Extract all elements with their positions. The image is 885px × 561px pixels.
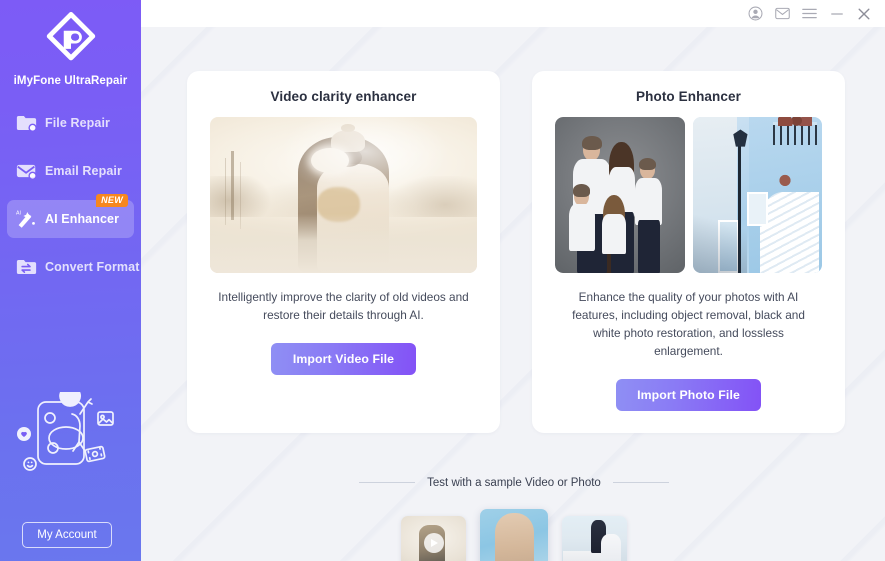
imyfone-diamond-logo-icon bbox=[46, 11, 95, 61]
card-video-clarity-enhancer: Video clarity enhancer Intelligently imp… bbox=[187, 71, 500, 433]
hamburger-menu-icon bbox=[802, 8, 817, 19]
flower-boxes bbox=[777, 117, 812, 127]
son-hair bbox=[639, 157, 656, 171]
white-stairs bbox=[759, 191, 820, 273]
new-badge: NEW bbox=[96, 194, 128, 207]
folder-repair-icon bbox=[15, 113, 37, 133]
sidebar-item-email-repair[interactable]: Email Repair bbox=[7, 152, 134, 190]
sample-thumb-wedding[interactable] bbox=[562, 515, 627, 561]
child-shirt bbox=[569, 204, 596, 252]
girl-top bbox=[601, 213, 627, 255]
minimize-icon bbox=[830, 12, 843, 15]
import-photo-file-button[interactable]: Import Photo File bbox=[616, 378, 761, 411]
card-title: Video clarity enhancer bbox=[270, 89, 417, 104]
play-icon bbox=[423, 532, 444, 553]
mail-icon-button[interactable] bbox=[769, 0, 796, 27]
application-window: iMyFone UltraRepair File Repair Email Re… bbox=[0, 0, 885, 561]
sample-heading: Test with a sample Video or Photo bbox=[359, 477, 669, 489]
street-scene-art bbox=[692, 117, 822, 273]
ground-shadow bbox=[692, 202, 747, 273]
person-with-device-illustration-icon bbox=[17, 392, 114, 471]
titlebar bbox=[141, 0, 885, 27]
my-account-button[interactable]: My Account bbox=[22, 522, 112, 548]
brand: iMyFone UltraRepair bbox=[0, 0, 141, 87]
hanging-plant bbox=[779, 170, 791, 189]
import-video-file-button[interactable]: Import Video File bbox=[271, 342, 416, 375]
sidebar-nav: File Repair Email Repair AI AI Enhancer … bbox=[0, 104, 141, 286]
sample-section: Test with a sample Video or Photo bbox=[141, 477, 885, 561]
family-portrait-art bbox=[555, 117, 685, 273]
sidebar-item-label: File Repair bbox=[45, 116, 111, 130]
card-description: Enhance the quality of your photos with … bbox=[572, 290, 805, 358]
convert-format-icon bbox=[15, 257, 37, 277]
envelope-icon bbox=[775, 7, 790, 20]
sample-thumb-video-snow[interactable] bbox=[401, 515, 466, 561]
son-shirt bbox=[635, 177, 663, 225]
wedding-sample-art bbox=[562, 515, 627, 561]
card-photo-enhancer: Photo Enhancer Enhance the quality of yo… bbox=[532, 71, 845, 433]
shop-window bbox=[746, 191, 768, 227]
sidebar-item-label: Email Repair bbox=[45, 164, 122, 178]
envelope-repair-icon bbox=[15, 161, 37, 181]
close-icon bbox=[858, 7, 869, 19]
minimize-button[interactable] bbox=[823, 0, 850, 27]
svg-text:AI: AI bbox=[16, 211, 21, 217]
photo-previews bbox=[555, 117, 822, 273]
sidebar-item-file-repair[interactable]: File Repair bbox=[7, 104, 134, 142]
sidebar-item-ai-enhancer[interactable]: AI AI Enhancer NEW bbox=[7, 194, 134, 238]
sidebar-item-convert-format[interactable]: Convert Format bbox=[7, 248, 139, 286]
child-hair bbox=[573, 184, 590, 197]
feature-cards: Video clarity enhancer Intelligently imp… bbox=[141, 27, 885, 433]
sample-title: Test with a sample Video or Photo bbox=[427, 476, 601, 489]
menu-icon-button[interactable] bbox=[796, 0, 823, 27]
sun-glow bbox=[210, 117, 477, 273]
woman-hair bbox=[500, 511, 530, 540]
beach-sample-art bbox=[480, 508, 548, 561]
brand-name: iMyFone UltraRepair bbox=[13, 75, 128, 87]
family-portrait-image bbox=[555, 117, 685, 273]
magic-wand-ai-icon: AI bbox=[15, 209, 37, 229]
son-trousers bbox=[637, 219, 660, 273]
account-icon-button[interactable] bbox=[742, 0, 769, 27]
sidebar-item-label: AI Enhancer bbox=[45, 212, 120, 226]
sample-thumbnails bbox=[401, 508, 627, 561]
video-still-preview bbox=[210, 117, 477, 273]
bride-figure bbox=[601, 534, 621, 561]
father-hair bbox=[582, 135, 602, 150]
content-area: Video clarity enhancer Intelligently imp… bbox=[141, 27, 885, 561]
person-circle-icon bbox=[748, 6, 763, 21]
sample-thumb-woman-beach[interactable] bbox=[480, 508, 548, 561]
sidebar: iMyFone UltraRepair File Repair Email Re… bbox=[0, 0, 141, 561]
close-button[interactable] bbox=[850, 0, 877, 27]
divider-right bbox=[612, 482, 669, 484]
card-description: Intelligently improve the clarity of old… bbox=[218, 290, 469, 322]
blue-street-image bbox=[692, 117, 822, 273]
divider-left bbox=[359, 482, 416, 484]
card-title: Photo Enhancer bbox=[636, 89, 741, 104]
winter-scene-image bbox=[210, 117, 477, 273]
sidebar-item-label: Convert Format bbox=[45, 260, 140, 274]
right-pane: Video clarity enhancer Intelligently imp… bbox=[141, 0, 885, 561]
